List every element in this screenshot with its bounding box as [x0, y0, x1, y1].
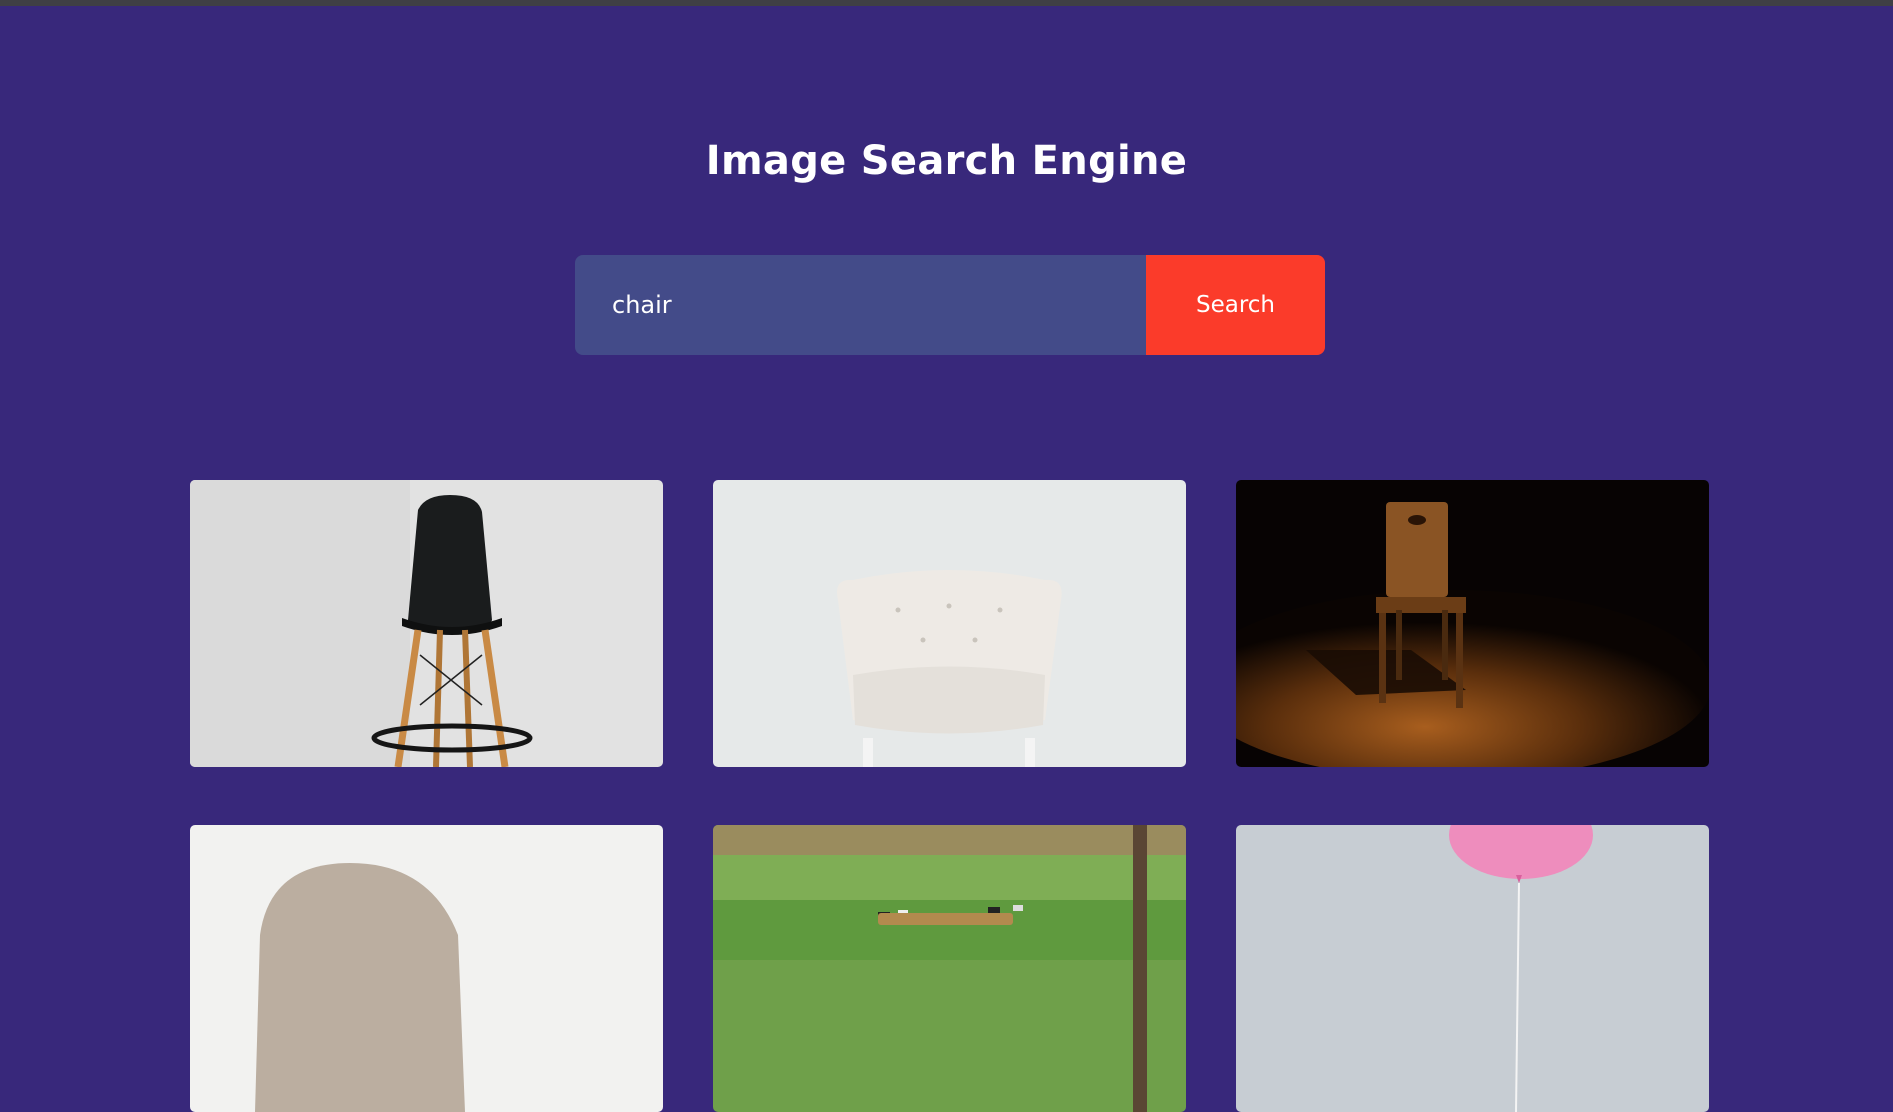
stage-chair-image [1236, 480, 1709, 767]
stool-image [190, 480, 663, 767]
search-input[interactable] [575, 255, 1146, 355]
balloon-chair-image [1236, 825, 1709, 1112]
page-title: Image Search Engine [705, 138, 1188, 184]
armchair-image [713, 480, 1186, 767]
result-image-2[interactable] [713, 480, 1186, 767]
browser-top-bar [0, 0, 1893, 6]
result-image-1[interactable] [190, 480, 663, 767]
result-image-4[interactable] [190, 825, 663, 1112]
result-image-5[interactable] [713, 825, 1186, 1112]
beige-chair-image [190, 825, 663, 1112]
field-bench-image [713, 825, 1186, 1112]
search-form: Search [575, 255, 1325, 355]
result-image-3[interactable] [1236, 480, 1709, 767]
search-button[interactable]: Search [1146, 255, 1325, 355]
result-image-6[interactable] [1236, 825, 1709, 1112]
